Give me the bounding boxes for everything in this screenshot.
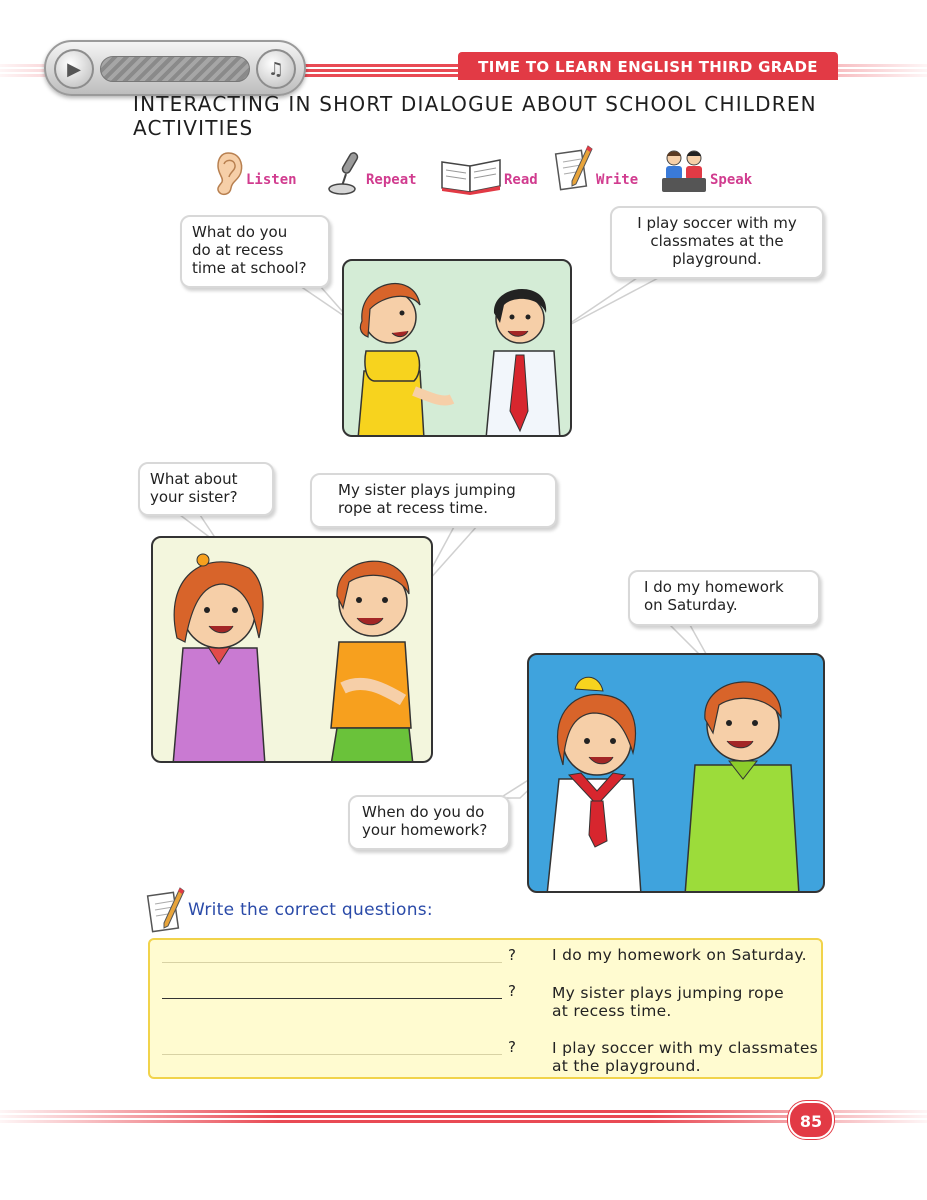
skill-listen: Listen	[208, 148, 318, 198]
series-title-tab: TIME TO LEARN ENGLISH THIRD GRADE	[458, 52, 838, 80]
answer-text-1: I do my homework on Saturday.	[552, 946, 807, 964]
audio-player: ▶ ♫	[44, 40, 306, 96]
exercise-answer-box: ? I do my homework on Saturday. ? My sis…	[148, 938, 823, 1079]
answer-text-2: My sister plays jumping rope at recess t…	[552, 984, 784, 1020]
skill-label-speak: Speak	[710, 172, 753, 188]
page-title: INTERACTING IN SHORT DIALOGUE ABOUT SCHO…	[133, 92, 817, 140]
scene2-question-bubble: What about your sister?	[138, 462, 274, 516]
question-mark-1: ?	[508, 946, 516, 964]
skill-label-read: Read	[504, 172, 538, 188]
question-blank-1[interactable]	[162, 962, 502, 963]
scene2-illustration	[151, 536, 433, 763]
question-blank-2[interactable]	[162, 998, 502, 999]
scene3-illustration	[527, 653, 825, 893]
answer-text-3: I play soccer with my classmates at the …	[552, 1039, 819, 1075]
music-note-icon: ♫	[267, 59, 285, 80]
series-title: TIME TO LEARN ENGLISH THIRD GRADE	[478, 58, 818, 76]
pencil-paper-icon	[146, 887, 185, 933]
scene2-answer-bubble: My sister plays jumping rope at recess t…	[310, 473, 557, 528]
play-icon: ▶	[67, 59, 81, 80]
question-mark-2: ?	[508, 982, 516, 1000]
exercise-instruction: Write the correct questions:	[188, 900, 433, 920]
question-blank-3[interactable]	[162, 1054, 502, 1055]
music-note-button[interactable]: ♫	[256, 49, 296, 89]
skill-read: Read	[440, 148, 550, 198]
page-number: 85	[788, 1101, 834, 1139]
skill-repeat: Repeat	[326, 148, 436, 198]
open-book-icon	[441, 159, 501, 195]
scene1-answer-bubble: I play soccer with my classmates at the …	[610, 206, 824, 279]
scene1-illustration	[342, 259, 572, 437]
scene1-children-art	[357, 282, 561, 435]
skill-label-listen: Listen	[246, 172, 297, 188]
skill-label-repeat: Repeat	[366, 172, 417, 188]
scene1-question-bubble: What do you do at recess time at school?	[180, 215, 330, 288]
play-button[interactable]: ▶	[54, 49, 94, 89]
skills-row: Listen Repeat Read Write Speak	[208, 145, 770, 198]
question-mark-3: ?	[508, 1038, 516, 1056]
pencil-paper-icon	[554, 145, 593, 191]
microphone-icon	[328, 152, 359, 195]
scene3-question-bubble: When do you do your homework?	[348, 795, 510, 850]
audio-progress-track[interactable]	[100, 56, 250, 82]
scene3-answer-bubble: I do my homework on Saturday.	[628, 570, 820, 626]
ear-icon	[217, 152, 243, 196]
scene3-children-art	[546, 676, 800, 891]
skill-label-write: Write	[596, 172, 639, 188]
children-talking-icon	[662, 150, 706, 192]
scene2-children-art	[172, 553, 414, 761]
skill-speak: Speak	[660, 148, 770, 198]
skill-write: Write	[554, 145, 654, 198]
